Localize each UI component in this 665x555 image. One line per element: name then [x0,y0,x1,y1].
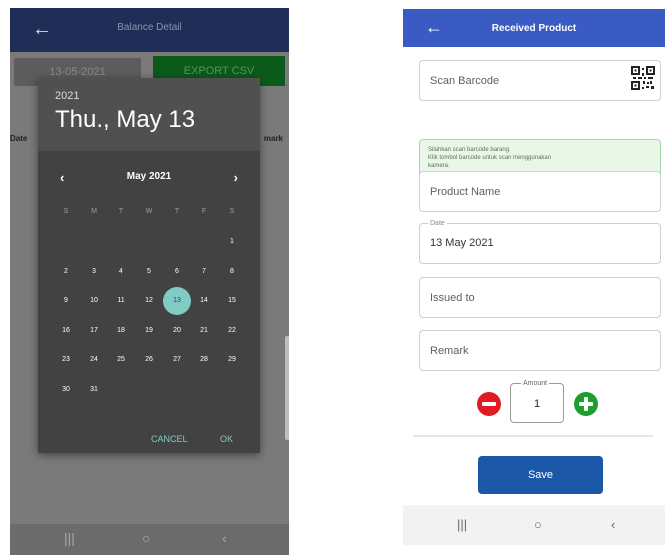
calendar-day[interactable]: 1 [222,237,242,247]
calendar-day[interactable]: 16 [56,326,76,336]
weekday-label: F [201,208,207,215]
calendar-day[interactable]: 30 [56,385,76,395]
remark-field[interactable]: Remark [419,330,661,371]
qr-code-icon[interactable] [630,65,656,91]
calendar-day[interactable]: 22 [222,326,242,336]
recents-button[interactable]: ||| [457,517,467,533]
weekday-label: S [63,208,69,215]
scan-barcode-placeholder: Scan Barcode [430,75,500,87]
app-bar: ← Received Product [403,9,665,47]
calendar-day[interactable]: 28 [194,355,214,365]
back-button[interactable]: ‹ [222,530,227,546]
calendar-day[interactable]: 9 [56,296,76,306]
column-header-date: Date [10,134,28,143]
date-field-value: 13 May 2021 [430,237,494,249]
recents-button[interactable]: ||| [64,530,75,546]
calendar-day[interactable]: 25 [111,355,131,365]
calendar-day[interactable]: 20 [167,326,187,336]
system-nav-bar: ||| ○ ‹ [403,505,665,545]
calendar-day[interactable]: 19 [139,326,159,336]
calendar-day[interactable]: 7 [194,267,214,277]
issued-to-placeholder: Issued to [430,292,475,304]
cancel-button[interactable]: CANCEL [151,434,188,444]
weekday-label: T [118,208,124,215]
system-nav-bar: ||| ○ ‹ [10,524,289,555]
home-button[interactable]: ○ [534,517,542,533]
date-field-label: Date [428,219,447,228]
back-button[interactable]: ‹ [611,517,615,533]
received-product-screen: ← Received Product Scan Barcode Silahkan… [403,9,665,546]
page-title: Received Product [491,23,577,34]
background-panel-edge [285,336,289,440]
calendar-day[interactable]: 13 [167,296,187,306]
calendar-day[interactable]: 17 [84,326,104,336]
calendar-day[interactable]: 2 [56,267,76,277]
calendar-day[interactable]: 21 [194,326,214,336]
calendar-day[interactable]: 27 [167,355,187,365]
calendar-day[interactable]: 24 [84,355,104,365]
calendar-day[interactable]: 4 [111,267,131,277]
save-button[interactable]: Save [478,456,603,494]
date-picker-dialog: 2021 Thu., May 13 ‹ May 2021 › SMTWTFS12… [38,78,260,453]
home-button[interactable]: ○ [142,530,150,546]
remark-placeholder: Remark [430,345,469,357]
calendar-day[interactable]: 29 [222,355,242,365]
weekday-label: W [145,208,153,215]
calendar-day[interactable]: 23 [56,355,76,365]
calendar-day[interactable]: 6 [167,267,187,277]
minus-circle-icon[interactable] [476,391,502,417]
product-name-placeholder: Product Name [430,186,501,198]
amount-field[interactable]: Amount 1 [510,379,564,423]
column-header-remark: mark [263,134,283,143]
calendar-day[interactable]: 12 [139,296,159,306]
issued-to-field[interactable]: Issued to [419,277,661,318]
weekday-label: S [229,208,235,215]
weekday-label: T [174,208,180,215]
chevron-right-icon[interactable]: › [234,170,238,185]
calendar-day[interactable]: 14 [194,296,214,306]
calendar-day[interactable]: 26 [139,355,159,365]
calendar-day[interactable]: 3 [84,267,104,277]
instruction-line: Silahkan scan barcode barang. [428,147,511,153]
picker-month-label: May 2021 [126,171,172,182]
instruction-line: Klik tombol barcode untuk scan menggunak… [428,155,552,161]
scan-barcode-field[interactable]: Scan Barcode [419,60,661,101]
date-picker-header: 2021 Thu., May 13 [38,78,260,151]
picker-year[interactable]: 2021 [55,90,79,102]
calendar-day[interactable]: 5 [139,267,159,277]
picker-selected-date: Thu., May 13 [55,106,196,133]
weekday-label: M [91,208,97,215]
calendar-day[interactable]: 11 [111,296,131,306]
amount-value: 1 [533,398,541,410]
calendar-day[interactable]: 15 [222,296,242,306]
ok-button[interactable]: OK [220,434,233,444]
calendar-day[interactable]: 8 [222,267,242,277]
page-title: Balance Detail [117,22,182,33]
app-bar: ← Balance Detail [10,8,289,52]
balance-detail-screen: ← Balance Detail 13-05-2021 EXPORT CSV D… [10,8,289,555]
product-name-field[interactable]: Product Name [419,171,661,212]
calendar-day[interactable]: 18 [111,326,131,336]
plus-circle-icon[interactable] [573,391,599,417]
divider [413,435,653,437]
date-field[interactable]: Date 13 May 2021 [419,219,661,264]
instruction-line: kamera. [428,163,450,169]
amount-label: Amount [521,379,550,388]
calendar-day[interactable]: 31 [84,385,104,395]
calendar-day[interactable]: 10 [84,296,104,306]
